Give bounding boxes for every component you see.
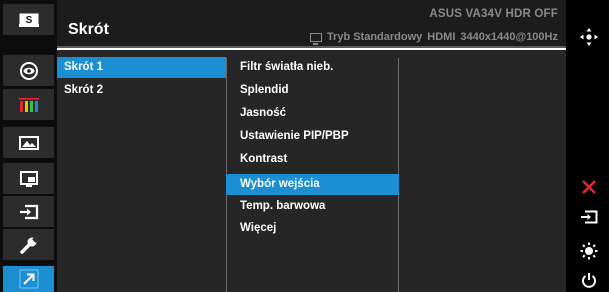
eye-care-menu-button[interactable] [3,55,54,86]
input-select-icon [19,204,38,219]
input-switch-button[interactable] [572,205,606,229]
input-text: HDMI [427,31,456,43]
pip-icon [19,170,38,187]
model-info: ASUS VA34V HDR OFF [429,8,558,20]
eye-care-icon [19,61,38,80]
navigator-button[interactable] [572,25,606,49]
option-more[interactable]: Więcej [233,218,399,239]
submenu-item-shortcut-1[interactable]: Skrót 1 [57,57,226,78]
system-setup-menu-button[interactable] [3,229,54,260]
power-icon [582,272,596,288]
splendid-menu-button[interactable]: S [3,4,54,35]
submenu-item-shortcut-2[interactable]: Skrót 2 [57,80,226,101]
color-bars-icon [18,97,39,112]
brightness-button[interactable] [572,239,606,263]
mode-text: Tryb Standardowy [326,31,423,43]
option-color-temp[interactable]: Temp. barwowa [233,196,399,217]
option-contrast[interactable]: Kontrast [233,149,399,170]
option-brightness[interactable]: Jasność [233,103,399,124]
value-panel [399,50,566,292]
close-button[interactable] [572,175,606,199]
option-pip-pbp-setting[interactable]: Ustawienie PIP/PBP [233,126,399,147]
option-blue-light-filter[interactable]: Filtr światła nieb. [233,57,399,78]
monitor-icon [309,32,322,45]
pip-pbp-menu-button[interactable] [3,163,54,194]
svg-text:S: S [25,15,32,26]
option-input-select[interactable]: Wybór wejścia [226,174,399,195]
shortcut-menu-button[interactable] [3,266,54,292]
system-wrench-icon [19,237,37,254]
option-splendid[interactable]: Splendid [233,80,399,101]
input-switch-icon [581,210,598,224]
power-button[interactable] [572,268,606,292]
page-title: Skrót [68,21,109,38]
five-way-navigator-icon [580,28,598,46]
color-menu-button[interactable] [3,89,54,120]
image-menu-button[interactable] [3,127,54,158]
brightness-icon [580,242,598,260]
input-select-menu-button[interactable] [3,196,54,227]
main-menu-sidebar: S [0,0,57,292]
close-icon [582,180,596,194]
shortcut-arrow-icon [19,269,38,289]
osd-header: Skrót ASUS VA34V HDR OFF Tryb Standardow… [57,0,566,48]
image-icon [18,135,39,150]
resolution-text: 3440x1440@100Hz [460,31,558,43]
status-line: Tryb Standardowy HDMI 3440x1440@100Hz [309,31,558,45]
splendid-s-icon: S [18,13,39,27]
